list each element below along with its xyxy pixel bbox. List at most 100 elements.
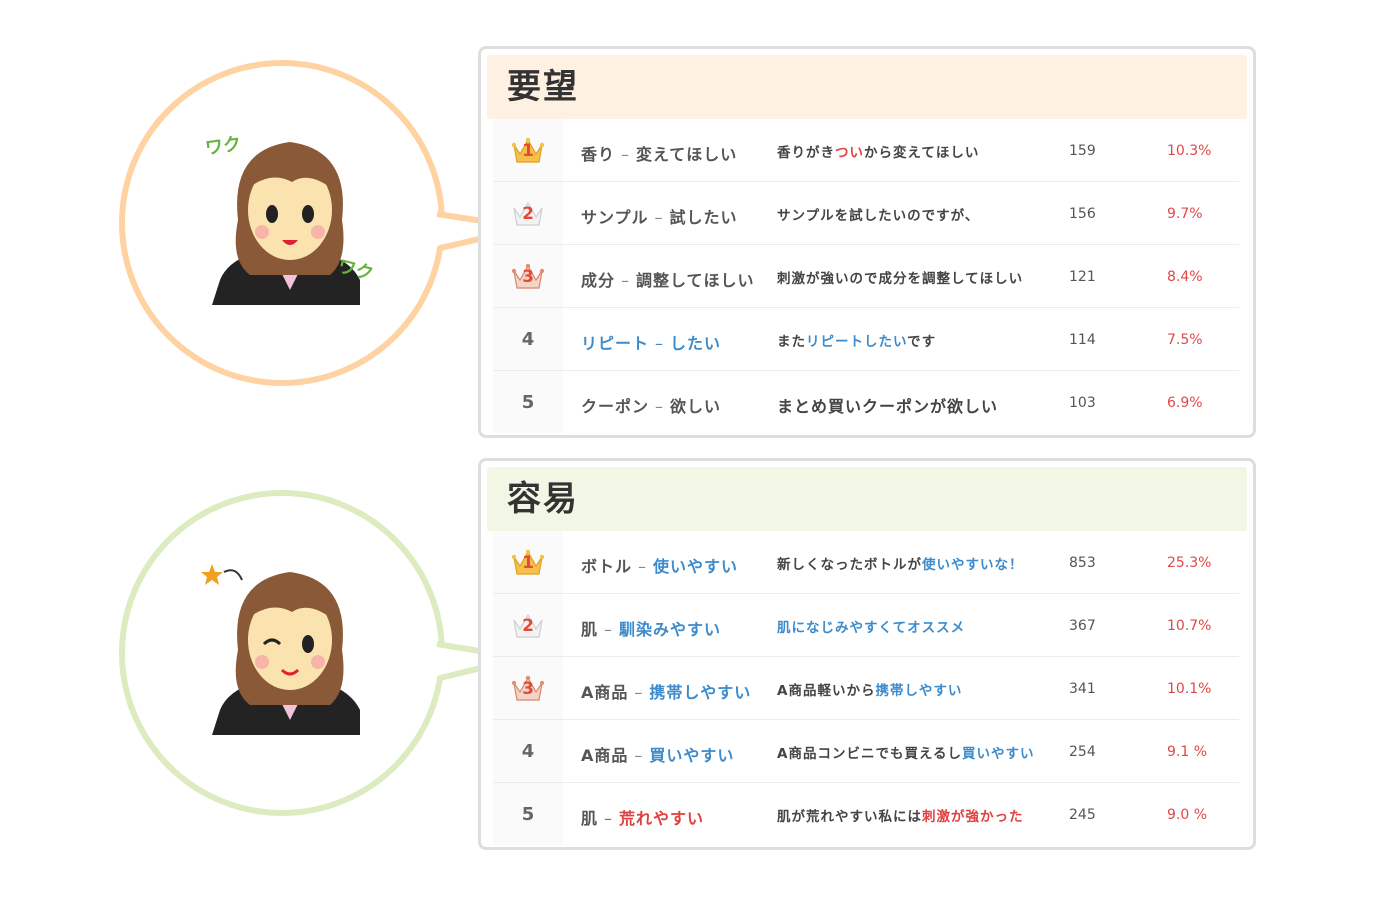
keyword-verb: 変えてほしい	[636, 145, 738, 164]
keyword-cell: リピート – したい	[581, 330, 721, 354]
rank-number: 5	[521, 803, 535, 825]
count-value: 114	[1069, 332, 1096, 348]
ranking-row: 4 リピート – したい またリピートしたいです 114 7.5%	[493, 308, 1239, 371]
rank-cell: 2	[493, 594, 563, 656]
rank-cell: 1	[493, 119, 563, 181]
comment-text: 肌が荒れやすい私には	[777, 809, 922, 825]
rank-cell: 5	[493, 783, 563, 845]
ranking-row: 5 クーポン – 欲しい まとめ買いクーポンが欲しい 103 6.9%	[493, 371, 1239, 433]
ranking-row: 3 成分 – 調整してほしい 刺激が強いので成分を調整してほしい 121 8.4%	[493, 245, 1239, 308]
separator-dash: –	[621, 145, 631, 164]
rank-number: 2	[522, 616, 534, 636]
ranking-row: 1 香り – 変えてほしい 香りがきついから変えてほしい 159 10.3%	[493, 119, 1239, 182]
separator-dash: –	[621, 271, 631, 290]
keyword: 肌	[581, 809, 599, 828]
keyword: リピート	[581, 334, 650, 353]
rank-number: 3	[522, 679, 534, 699]
ranking-row: 2 サンプル – 試したい サンプルを試したいのですが、 156 9.7%	[493, 182, 1239, 245]
comment-highlight: 携帯しやすい	[875, 683, 963, 699]
keyword-cell: サンプル – 試したい	[581, 204, 738, 228]
ranking-row: 5 肌 – 荒れやすい 肌が荒れやすい私には刺激が強かった 245 9.0 %	[493, 783, 1239, 845]
comment-text: 新しくなったボトルが	[777, 557, 922, 573]
keyword-verb: 馴染みやすい	[619, 620, 722, 639]
rank-cell: 3	[493, 657, 563, 719]
keyword: A商品	[581, 683, 629, 702]
percent-value: 25.3%	[1167, 555, 1212, 571]
rank-cell: 4	[493, 308, 563, 370]
ranking-row: 4 A商品 – 買いやすい A商品コンビニでも買えるし買いやすい 254 9.1 %	[493, 720, 1239, 783]
percent-value: 6.9%	[1167, 395, 1203, 411]
count-value: 245	[1069, 807, 1096, 823]
count-value: 367	[1069, 618, 1096, 634]
keyword: 香り	[581, 145, 616, 164]
easy-ranking-panel: 容易 1 ボトル – 使いやすい 新しくなったボトルが使いやすいな！ 853 25.3% 2 肌…	[478, 458, 1256, 850]
comment-highlight: 買いやすい	[962, 746, 1035, 762]
speech-bubble-request: ワク ワク	[0, 48, 531, 418]
separator-dash: –	[655, 397, 665, 416]
comment-highlight: リピートしたい	[806, 334, 908, 350]
comment-cell: A商品軽いから携帯しやすい	[777, 679, 962, 699]
comment-cell: 肌になじみやすくてオススメ	[777, 616, 965, 636]
count-value: 156	[1069, 206, 1096, 222]
keyword-cell: 肌 – 馴染みやすい	[581, 616, 721, 640]
separator-dash: –	[654, 208, 664, 227]
keyword: クーポン	[581, 397, 650, 416]
keyword-cell: 成分 – 調整してほしい	[581, 267, 755, 291]
rank-cell: 5	[493, 371, 563, 433]
comment-text-end: です	[907, 334, 937, 350]
keyword-verb: 携帯しやすい	[649, 683, 752, 702]
percent-value: 9.0 %	[1167, 807, 1208, 823]
count-value: 341	[1069, 681, 1096, 697]
rank-number: 3	[522, 267, 534, 287]
comment-text: サンプルを試したいのですが、	[777, 208, 980, 224]
keyword-cell: 肌 – 荒れやすい	[581, 805, 704, 829]
rank-number: 4	[521, 740, 535, 762]
ranking-list: 1 香り – 変えてほしい 香りがきついから変えてほしい 159 10.3% 2 サンプル – 試し…	[493, 119, 1239, 433]
rank-cell: 2	[493, 182, 563, 244]
crown-icon: 1	[511, 547, 545, 577]
rank-cell: 3	[493, 245, 563, 307]
count-value: 853	[1069, 555, 1096, 571]
comment-highlight: 使いやすいな！	[922, 557, 1024, 573]
rank-number: 5	[521, 391, 535, 413]
keyword-verb: 試したい	[669, 208, 738, 227]
rank-cell: 4	[493, 720, 563, 782]
comment-highlight: つい	[835, 145, 864, 161]
request-ranking-panel: 要望 1 香り – 変えてほしい 香りがきついから変えてほしい 159 10.3% 2 サンプル…	[478, 46, 1256, 438]
rank-number: 2	[522, 204, 534, 224]
keyword-cell: A商品 – 携帯しやすい	[581, 679, 751, 703]
comment-text-end: から変えてほしい	[864, 145, 980, 161]
panel-title: 容易	[487, 467, 1247, 531]
comment-cell: 刺激が強いので成分を調整してほしい	[777, 267, 1023, 287]
crown-icon: 2	[511, 610, 545, 640]
keyword: 肌	[581, 620, 599, 639]
percent-value: 7.5%	[1167, 332, 1203, 348]
keyword-cell: ボトル – 使いやすい	[581, 553, 738, 577]
excited-text-top: ワク	[203, 133, 243, 160]
separator-dash: –	[634, 746, 644, 765]
keyword-cell: クーポン – 欲しい	[581, 393, 721, 417]
percent-value: 10.7%	[1167, 618, 1212, 634]
count-value: 103	[1069, 395, 1096, 411]
crown-icon: 3	[511, 673, 545, 703]
keyword-verb: 使いやすい	[653, 557, 739, 576]
separator-dash: –	[638, 557, 648, 576]
rank-cell: 1	[493, 531, 563, 593]
separator-dash: –	[604, 809, 614, 828]
separator-dash: –	[604, 620, 614, 639]
keyword-verb: 欲しい	[670, 397, 722, 416]
keyword-verb: 買いやすい	[649, 746, 735, 765]
speech-bubble-easy	[0, 478, 525, 848]
keyword-verb: 荒れやすい	[619, 809, 705, 828]
percent-value: 10.1%	[1167, 681, 1212, 697]
star-icon	[201, 564, 243, 585]
percent-value: 9.1 %	[1167, 744, 1208, 760]
comment-text: まとめ買いクーポンが欲しい	[777, 397, 999, 416]
rank-number: 4	[521, 328, 535, 350]
panel-title: 要望	[487, 55, 1247, 119]
ranking-row: 1 ボトル – 使いやすい 新しくなったボトルが使いやすいな！ 853 25.3%	[493, 531, 1239, 594]
keyword: A商品	[581, 746, 629, 765]
comment-cell: 香りがきついから変えてほしい	[777, 141, 979, 161]
count-value: 254	[1069, 744, 1096, 760]
crown-icon: 1	[511, 135, 545, 165]
